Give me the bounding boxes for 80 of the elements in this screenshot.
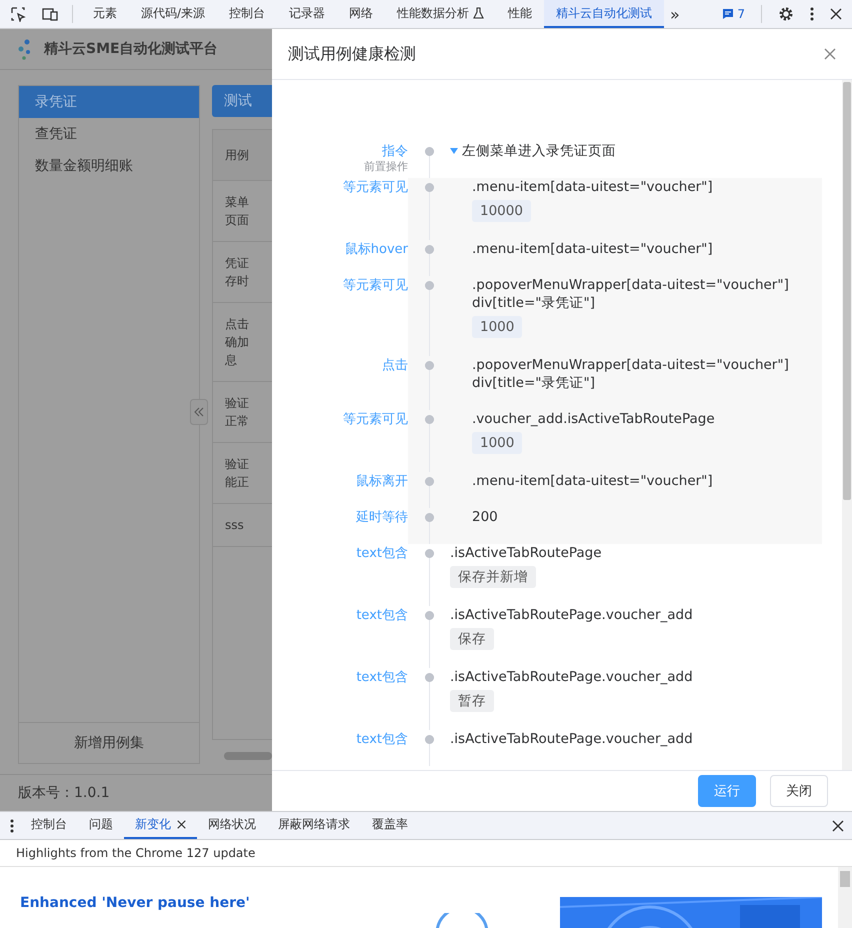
caret-icon[interactable] <box>450 148 458 154</box>
timeline-dot <box>424 281 434 290</box>
step-target: .isActiveTabRoutePage.voucher_add <box>450 730 694 748</box>
step-target: .menu-item[data-uitest="voucher"] <box>472 240 714 258</box>
step-type-label: 鼠标hover <box>344 242 408 258</box>
timeline-dot <box>424 415 434 424</box>
inspect-icon[interactable] <box>10 6 26 22</box>
step-target: .menu-item[data-uitest="voucher"] <box>472 178 714 196</box>
devtools-tab[interactable]: 记录器 <box>277 0 338 28</box>
step-value-tag: 10000 <box>472 200 531 222</box>
step-type-label: 延时等待 <box>356 510 408 526</box>
timeline-dot <box>424 245 434 254</box>
timeline-dot <box>424 183 434 192</box>
step-value-tag: 暂存 <box>450 690 494 712</box>
step-type-label: 等元素可见 <box>343 180 408 196</box>
timeline-dot <box>424 477 434 486</box>
drawer-tab[interactable]: 覆盖率 <box>361 812 419 839</box>
scrollbar[interactable] <box>224 752 272 760</box>
step-target: .isActiveTabRoutePage <box>450 544 603 562</box>
step-type-label: 等元素可见 <box>343 278 408 294</box>
devtools-tab[interactable]: 性能 <box>496 0 544 28</box>
close-button[interactable]: 关闭 <box>770 775 828 807</box>
settings-icon[interactable] <box>778 6 794 22</box>
drawer-tab[interactable]: 新变化 <box>124 812 197 839</box>
devtools-tab[interactable]: 元素 <box>81 0 129 28</box>
sidebar-item[interactable]: 查凭证 <box>19 118 199 150</box>
step-value-tag: 1000 <box>472 316 522 338</box>
app-title: 精斗云SME自动化测试平台 <box>44 40 218 58</box>
close-icon[interactable] <box>832 820 844 832</box>
step-type-label: 指令 <box>382 144 408 160</box>
dialog-title: 测试用例健康检测 <box>288 44 416 64</box>
timeline-dot <box>424 361 434 370</box>
step-target: .popoverMenuWrapper[data-uitest="voucher"] div[title="录凭证"] <box>472 356 790 392</box>
more-tabs-button[interactable]: » <box>664 4 686 24</box>
issues-badge[interactable]: 7 <box>722 7 745 21</box>
feature-heading: Enhanced 'Never pause here' <box>19 894 251 913</box>
menu-icon[interactable] <box>810 7 814 21</box>
close-tab-icon[interactable] <box>177 820 186 829</box>
table-header-cell: 用例 <box>213 130 272 181</box>
timeline-dot <box>424 513 434 522</box>
close-icon[interactable] <box>830 8 842 20</box>
step-target: .menu-item[data-uitest="voucher"] <box>472 472 714 490</box>
step-value-tag: 保存并新增 <box>450 566 536 588</box>
step-target: .isActiveTabRoutePage.voucher_add <box>450 668 694 686</box>
devtools-tab[interactable]: 精斗云自动化测试 <box>544 0 664 28</box>
step-value-tag: 1000 <box>472 432 522 454</box>
step-target: 200 <box>472 508 499 526</box>
step-type-label: text包含 <box>356 608 408 624</box>
devtools-tab[interactable]: 控制台 <box>217 0 278 28</box>
devtools-tab[interactable]: 网络 <box>337 0 386 28</box>
timeline-dot <box>424 549 434 558</box>
step-target: .isActiveTabRoutePage.voucher_add <box>450 606 694 624</box>
step-type-label: 鼠标离开 <box>356 474 408 490</box>
step-target: .popoverMenuWrapper[data-uitest="voucher"] div[title="录凭证"] <box>472 276 790 312</box>
timeline-dot <box>424 735 434 744</box>
step-type-label: text包含 <box>356 732 408 748</box>
menu-icon[interactable] <box>10 818 14 832</box>
drawer-tab[interactable]: 问题 <box>78 812 124 839</box>
drawer-tab[interactable]: 屏蔽网络请求 <box>267 812 361 839</box>
step-target: .voucher_add.isActiveTabRoutePage <box>472 410 716 428</box>
drawer-tab[interactable]: 网络状况 <box>197 812 267 839</box>
whats-new-subtitle: Highlights from the Chrome 127 update <box>0 840 852 867</box>
sidebar-item[interactable]: 数量金额明细账 <box>19 150 199 182</box>
step-type-label: 等元素可见 <box>343 412 408 428</box>
devtools-tab[interactable]: 性能数据分析 <box>385 0 496 28</box>
timeline-dot <box>424 673 434 682</box>
scrollbar-thumb[interactable] <box>843 82 851 500</box>
step-type-label: 点击 <box>382 358 408 374</box>
step-target: 左侧菜单进入录凭证页面 <box>462 142 616 160</box>
step-type-label: text包含 <box>356 670 408 686</box>
step-type-label: text包含 <box>356 546 408 562</box>
devtools-tab[interactable]: 源代码/来源 <box>129 0 218 28</box>
timeline-dot <box>424 147 434 156</box>
scrollbar-thumb[interactable] <box>840 871 850 887</box>
step-value-tag: 保存 <box>450 628 494 650</box>
flask-icon <box>473 7 484 19</box>
device-toggle-icon[interactable] <box>42 6 58 22</box>
step-sublabel: 前置操作 <box>364 160 408 174</box>
drawer-tab[interactable]: 控制台 <box>20 812 78 839</box>
timeline-dot <box>424 611 434 620</box>
